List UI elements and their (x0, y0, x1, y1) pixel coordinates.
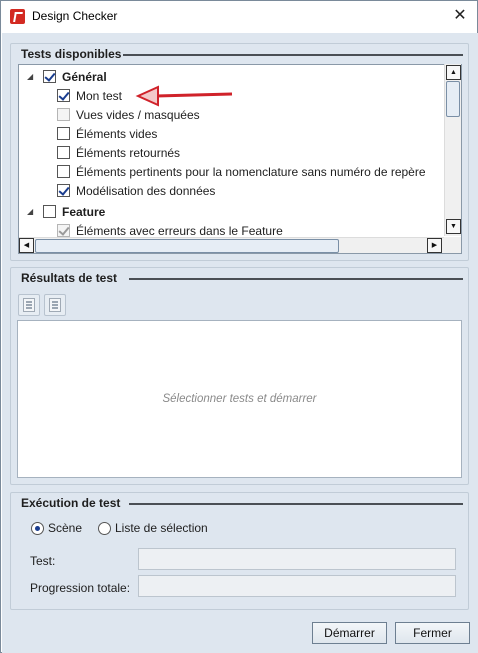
expand-triangle-icon[interactable]: ◢ (27, 72, 37, 81)
checkbox-feature-errors (57, 224, 70, 237)
radio-scene-label[interactable]: Scène (48, 521, 82, 535)
tree-label: Éléments retournés (76, 145, 181, 160)
group-divider (129, 278, 463, 280)
vertical-scroll-thumb[interactable] (446, 81, 460, 117)
checkbox-elements-retournes[interactable] (57, 146, 70, 159)
checkbox-general[interactable] (43, 70, 56, 83)
scroll-down-icon[interactable]: ▼ (446, 219, 461, 234)
checkbox-mon-test[interactable] (57, 89, 70, 102)
tree-node-general[interactable]: ◢ Général (27, 67, 107, 86)
list-icon (23, 298, 35, 312)
tree-label: Vues vides / masquées (76, 107, 200, 122)
test-label: Test: (30, 554, 56, 568)
tree-horizontal-scrollbar[interactable]: ◀ ▶ (19, 237, 444, 253)
scroll-up-icon[interactable]: ▲ (446, 65, 461, 80)
checkbox-nomenclature[interactable] (57, 165, 70, 178)
tests-group-title: Tests disponibles (21, 47, 122, 61)
tree-item-modelisation[interactable]: Modélisation des données (57, 181, 215, 200)
tree-label: Modélisation des données (76, 183, 216, 198)
group-divider (123, 54, 463, 56)
tree-label: Éléments avec erreurs dans le Feature (76, 223, 283, 238)
tree-label: Éléments pertinents pour la nomenclature… (76, 164, 426, 179)
start-button[interactable]: Démarrer (312, 622, 387, 644)
results-group-title: Résultats de test (21, 271, 118, 285)
app-logo-icon (10, 9, 25, 24)
expand-results-icon[interactable] (18, 294, 40, 316)
radio-selection-list[interactable] (98, 522, 111, 535)
design-checker-window: Design Checker ✕ Tests disponibles ◢ Gén… (0, 0, 478, 653)
tree-item-elements-vides[interactable]: Éléments vides (57, 124, 157, 143)
tree-item-vues-vides[interactable]: Vues vides / masquées (57, 105, 200, 124)
checkbox-vues-vides (57, 108, 70, 121)
tree-item-elements-retournes[interactable]: Éléments retournés (57, 143, 180, 162)
tree-label: Éléments vides (76, 126, 158, 141)
results-placeholder: Sélectionner tests et démarrer (162, 393, 317, 405)
radio-scene[interactable] (31, 522, 44, 535)
scroll-left-icon[interactable]: ◀ (19, 238, 34, 253)
annotation-arrow-icon (135, 85, 233, 107)
progress-field (138, 575, 456, 597)
list-icon (49, 298, 61, 312)
tree-label: Général (62, 69, 107, 84)
execution-group-title: Exécution de test (21, 496, 121, 510)
results-list[interactable]: Sélectionner tests et démarrer (17, 320, 462, 478)
checkbox-modelisation[interactable] (57, 184, 70, 197)
test-field (138, 548, 456, 570)
window-title: Design Checker (32, 9, 118, 23)
collapse-results-icon[interactable] (44, 294, 66, 316)
tree-node-feature[interactable]: ◢ Feature (27, 202, 105, 221)
close-icon[interactable]: ✕ (448, 5, 472, 27)
title-bar: Design Checker ✕ (1, 1, 477, 33)
scroll-right-icon[interactable]: ▶ (427, 238, 442, 253)
progress-label: Progression totale: (30, 581, 131, 595)
radio-selection-label[interactable]: Liste de sélection (115, 521, 208, 535)
scrollbar-corner (444, 237, 461, 253)
tree-item-mon-test[interactable]: Mon test (57, 86, 122, 105)
checkbox-elements-vides[interactable] (57, 127, 70, 140)
tree-label: Mon test (76, 88, 123, 103)
close-button[interactable]: Fermer (395, 622, 470, 644)
tests-tree[interactable]: ◢ Général Mon test Vues vides / masquées… (18, 64, 462, 254)
tree-vertical-scrollbar[interactable]: ▲ ▼ (444, 64, 461, 236)
tree-item-nomenclature[interactable]: Éléments pertinents pour la nomenclature… (57, 162, 426, 181)
tree-label: Feature (62, 204, 106, 219)
group-divider (129, 503, 463, 505)
horizontal-scroll-thumb[interactable] (35, 239, 339, 253)
expand-triangle-icon[interactable]: ◢ (27, 207, 37, 216)
checkbox-feature[interactable] (43, 205, 56, 218)
